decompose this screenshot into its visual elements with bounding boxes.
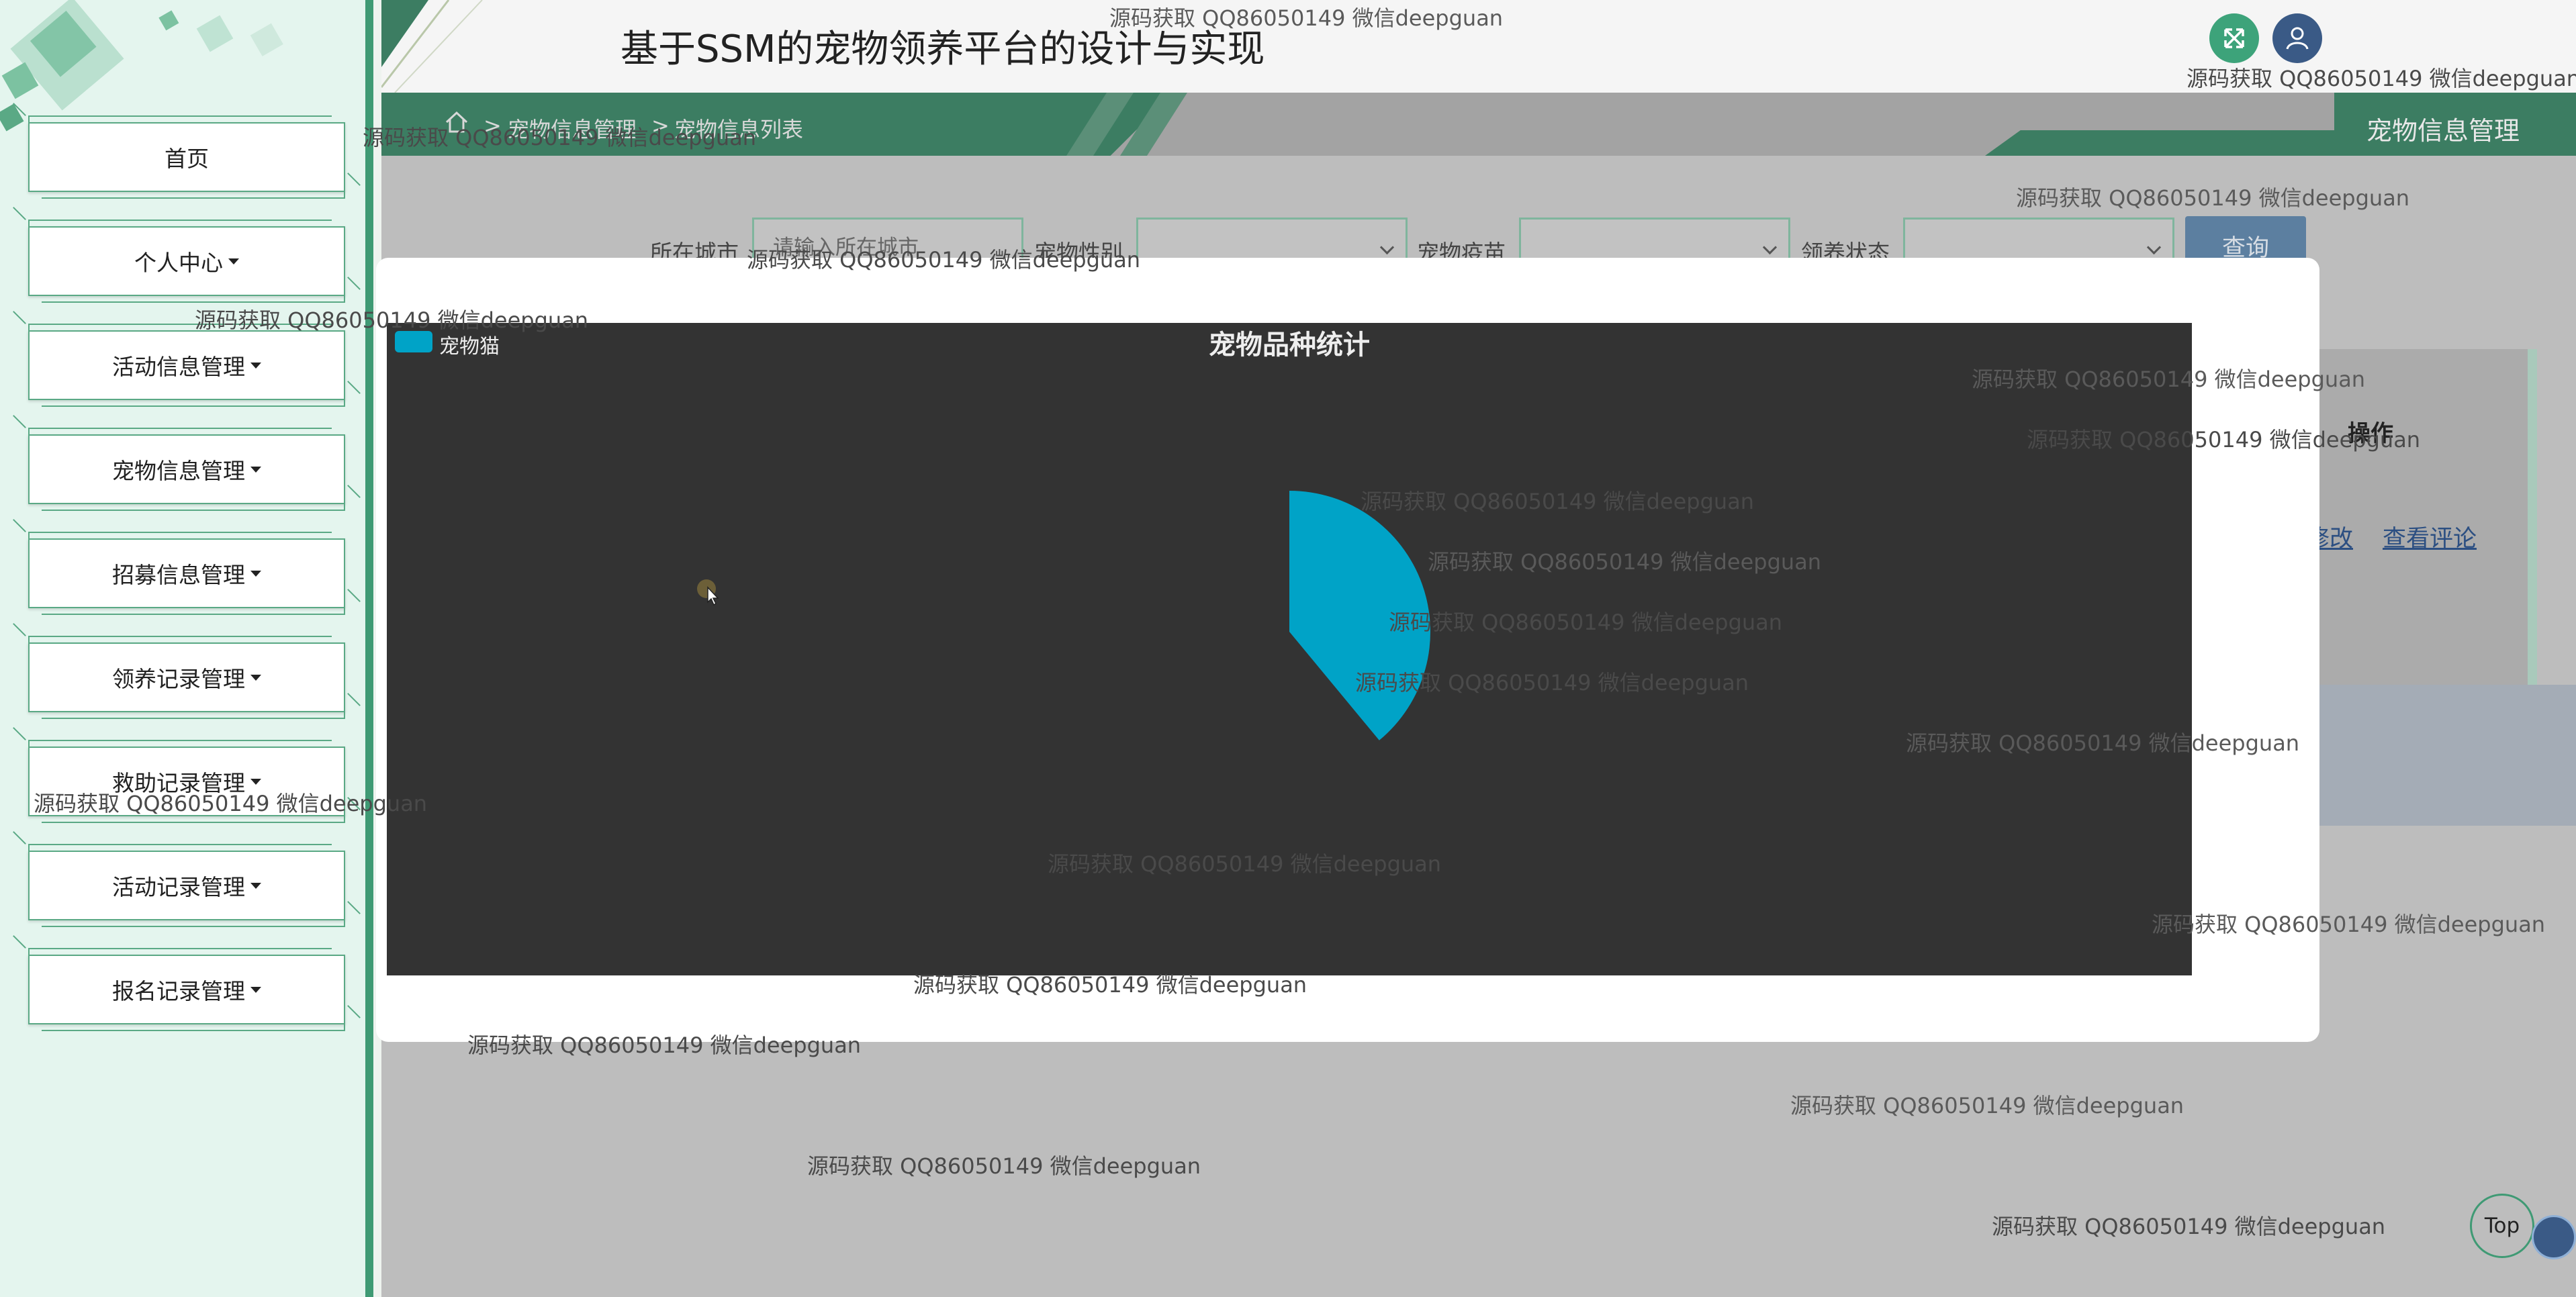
breadcrumb-separator: > — [651, 113, 670, 138]
fullscreen-button[interactable] — [2209, 13, 2259, 63]
breadcrumb-stripes — [1066, 93, 1187, 156]
top-bar: 基于SSM的宠物领养平台的设计与实现 — [381, 0, 2576, 93]
user-icon — [2286, 27, 2309, 50]
avatar[interactable] — [2532, 1215, 2576, 1259]
breadcrumb-separator: > — [484, 113, 502, 138]
caret-down-icon — [250, 466, 261, 473]
app-title: 基于SSM的宠物领养平台的设计与实现 — [620, 28, 1265, 71]
sidebar-item-2[interactable]: 活动信息管理 — [13, 311, 361, 407]
caret-down-icon — [250, 674, 261, 681]
topbar-stripes — [381, 0, 483, 93]
breadcrumb-item-pet-list: 宠物信息列表 — [674, 117, 804, 142]
chart-area: 宠物品种统计 宠物猫 — [387, 323, 2192, 975]
caret-down-icon — [250, 570, 261, 577]
sidebar-item-label: 活动信息管理 — [112, 354, 245, 380]
sidebar-item-label: 招募信息管理 — [112, 562, 245, 588]
caret-down-icon — [250, 882, 261, 889]
sidebar-item-label: 活动记录管理 — [112, 874, 245, 900]
caret-down-icon — [228, 258, 239, 265]
background-band — [2315, 685, 2576, 826]
sidebar-item-3[interactable]: 宠物信息管理 — [13, 415, 361, 511]
city-placeholder: 请输入所在城市 — [773, 235, 919, 260]
caret-down-icon — [250, 986, 261, 993]
sidebar-item-8[interactable]: 报名记录管理 — [13, 935, 361, 1031]
breadcrumb-item-pet-management[interactable]: 宠物信息管理 — [508, 113, 637, 144]
sidebar-item-label: 领养记录管理 — [112, 666, 245, 692]
scroll-top-button[interactable]: Top — [2470, 1194, 2534, 1258]
sidebar-item-label: 首页 — [165, 146, 209, 172]
view-comments-link[interactable]: 查看评论 — [2383, 520, 2477, 554]
caret-down-icon — [250, 778, 261, 785]
sidebar-item-label: 报名记录管理 — [112, 978, 245, 1004]
sidebar-item-label: 宠物信息管理 — [112, 458, 245, 484]
breadcrumb-bar: > 宠物信息管理 > 宠物信息列表 宠物信息管理 — [381, 93, 2576, 156]
cursor-icon — [697, 579, 719, 606]
chart-svg — [1289, 491, 1430, 740]
sidebar-item-6[interactable]: 救助记录管理 — [13, 727, 361, 823]
fullscreen-icon — [2224, 28, 2244, 48]
home-icon[interactable] — [443, 109, 470, 136]
caret-down-icon — [250, 362, 261, 369]
sidebar-item-4[interactable]: 招募信息管理 — [13, 519, 361, 615]
sidebar-item-label: 救助记录管理 — [112, 770, 245, 796]
user-button[interactable] — [2272, 13, 2322, 63]
sidebar-item-5[interactable]: 领养记录管理 — [13, 623, 361, 719]
sidebar-item-1[interactable]: 个人中心 — [13, 207, 361, 303]
page-heading: 宠物信息管理 — [2366, 116, 2520, 146]
sidebar-item-0[interactable]: 首页 — [13, 103, 361, 199]
pie-slice[interactable] — [1289, 491, 1430, 740]
op-column-header: 操作 — [2348, 420, 2393, 447]
sidebar-item-7[interactable]: 活动记录管理 — [13, 831, 361, 927]
sidebar-item-label: 个人中心 — [134, 250, 223, 276]
